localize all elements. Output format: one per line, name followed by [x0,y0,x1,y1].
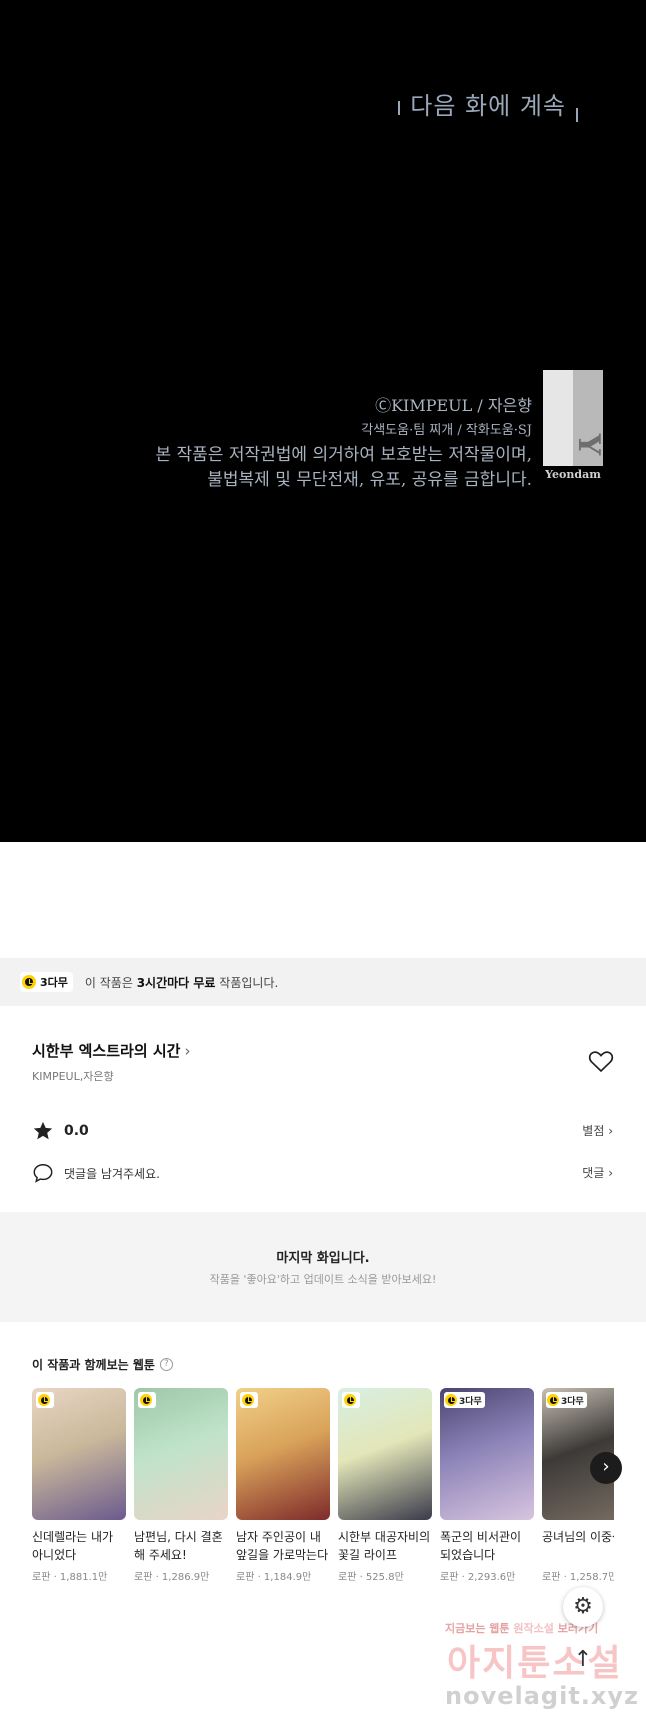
card-badge-label: 3다무 [561,1396,584,1407]
gear-icon: ⚙ [573,1594,593,1619]
credit-assistants: 각색도움·팀 찌개 / 작화도움·SJ [361,423,532,438]
recommendation-carousel: 신데렐라는 내가 아니었다 로판 · 1,881.1만 남편님, 다시 결혼해 … [32,1388,614,1588]
work-title: 시한부 엑스트라의 시간 [32,1042,181,1060]
scroll-top-button[interactable]: ↑ [563,1640,603,1680]
caption-bar-left [398,100,401,115]
clock-icon [547,1394,559,1406]
free-badge: 3다무 [444,1392,485,1408]
recommendations-heading: 이 작품과 함께보는 웹툰 ? [32,1356,173,1373]
card-thumbnail: 3다무 [440,1388,534,1520]
credit-legal-2: 불법복제 및 무단전재, 유포, 공유를 금합니다. [207,470,532,490]
recommendation-card[interactable]: 신데렐라는 내가 아니었다 로판 · 1,881.1만 [32,1388,126,1583]
card-meta: 로판 · 2,293.6만 [440,1572,516,1583]
free-badge [138,1392,156,1408]
card-thumbnail [32,1388,126,1520]
card-title: 시한부 대공자비의 꽃길 라이프 [338,1530,431,1562]
comment-icon [33,1164,53,1183]
free-badge [240,1392,258,1408]
card-title: 남편님, 다시 결혼해 주세요! [134,1530,223,1562]
free-text-after: 작품입니다. [215,975,279,990]
recommendation-card[interactable]: 남자 주인공이 내 앞길을 가로막는다 로판 · 1,184.9만 [236,1388,330,1583]
recommendation-card[interactable]: 3다무 폭군의 비서관이 되었습니다 로판 · 2,293.6만 [440,1388,534,1583]
logo-mark: Y [543,370,606,466]
recommendation-card[interactable]: 남편님, 다시 결혼해 주세요! 로판 · 1,286.9만 [134,1388,228,1583]
watermark: 지금보는 웹툰 원작소설 보러가기 아지툰소설 novelagit.xyz [445,1620,641,1720]
card-title: 폭군의 비서관이 되었습니다 [440,1530,522,1562]
caption-bar-right [576,108,578,122]
settings-button[interactable]: ⚙ [563,1587,603,1627]
help-icon[interactable]: ? [159,1358,173,1371]
like-button[interactable] [588,1050,614,1074]
recommendation-card[interactable]: 3다무 공녀님의 이중생활 로판 · 1,258.7만 [542,1388,614,1583]
credit-copyright: ⒸKIMPEUL / 자은향 [375,396,532,415]
card-meta: 로판 · 1,286.9만 [134,1572,210,1583]
clock-icon [242,1394,254,1406]
card-meta: 로판 · 1,258.7만 [542,1572,614,1583]
credits: ⒸKIMPEUL / 자은향 각색도움·팀 찌개 / 작화도움·SJ 본 작품은… [155,393,532,493]
recommendations-title: 이 작품과 함께보는 웹툰 [32,1358,155,1372]
rate-link[interactable]: 별점 › [582,1122,613,1139]
arrow-up-icon: ↑ [573,1647,593,1672]
watermark-url: novelagit.xyz [445,1682,640,1710]
clock-icon [344,1394,356,1406]
publisher-logo: Y Yeondam [543,370,606,482]
card-title: 공녀님의 이중생활 [542,1530,614,1544]
free-badge: 3다무 [20,972,73,992]
clock-icon [38,1394,50,1406]
chevron-right-icon: › [184,1042,191,1060]
free-badge [342,1392,360,1408]
work-title-link[interactable]: 시한부 엑스트라의 시간 › [32,1040,190,1061]
card-thumbnail [236,1388,330,1520]
card-thumbnail [134,1388,228,1520]
clock-icon [445,1394,457,1406]
last-episode-subtitle: 작품을 '좋아요'하고 업데이트 소식을 받아보세요! [209,1273,437,1286]
card-thumbnail [338,1388,432,1520]
card-meta: 로판 · 1,881.1만 [32,1572,108,1583]
card-title: 남자 주인공이 내 앞길을 가로막는다 [236,1530,329,1562]
last-episode-title: 마지막 화입니다. [276,1251,370,1266]
next-episode-text: 다음 화에 계속 [410,92,566,120]
logo-name: Yeondam [545,468,601,481]
work-authors: KIMPEUL,자은향 [32,1070,114,1083]
credit-legal-1: 본 작품은 저작권법에 의거하여 보호받는 저작물이며, [155,445,532,465]
comment-link[interactable]: 댓글 › [582,1164,613,1181]
card-title: 신데렐라는 내가 아니었다 [32,1530,114,1562]
free-badge-label: 3다무 [40,976,68,989]
free-badge [36,1392,54,1408]
rating-row: 0.0 [32,1120,89,1142]
clock-icon [140,1394,152,1406]
recommendation-card[interactable]: 시한부 대공자비의 꽃길 라이프 로판 · 525.8만 [338,1388,432,1583]
comic-panel: 다음 화에 계속 ⒸKIMPEUL / 자은향 각색도움·팀 찌개 / 작화도움… [0,0,646,842]
free-badge: 3다무 [546,1392,587,1408]
card-meta: 로판 · 525.8만 [338,1572,404,1583]
card-meta: 로판 · 1,184.9만 [236,1572,312,1583]
free-text-bold: 3시간마다 무료 [136,975,216,990]
comment-placeholder: 댓글을 남겨주세요. [64,1166,160,1181]
clock-icon [22,975,36,989]
last-episode-box: 마지막 화입니다. 작품을 '좋아요'하고 업데이트 소식을 받아보세요! [0,1212,646,1322]
star-icon [33,1121,53,1140]
free-text-before: 이 작품은 [84,975,137,990]
comment-prompt[interactable]: 댓글을 남겨주세요. [32,1162,160,1184]
carousel-next-button[interactable]: › [590,1452,622,1484]
rating-value: 0.0 [64,1123,89,1139]
card-badge-label: 3다무 [459,1396,482,1407]
free-notice-bar: 3다무 이 작품은 3시간마다 무료 작품입니다. [0,958,646,1006]
free-notice-text: 이 작품은 3시간마다 무료 작품입니다. [85,974,278,991]
next-episode-caption: 다음 화에 계속 [388,86,588,122]
heart-icon [588,1051,614,1073]
